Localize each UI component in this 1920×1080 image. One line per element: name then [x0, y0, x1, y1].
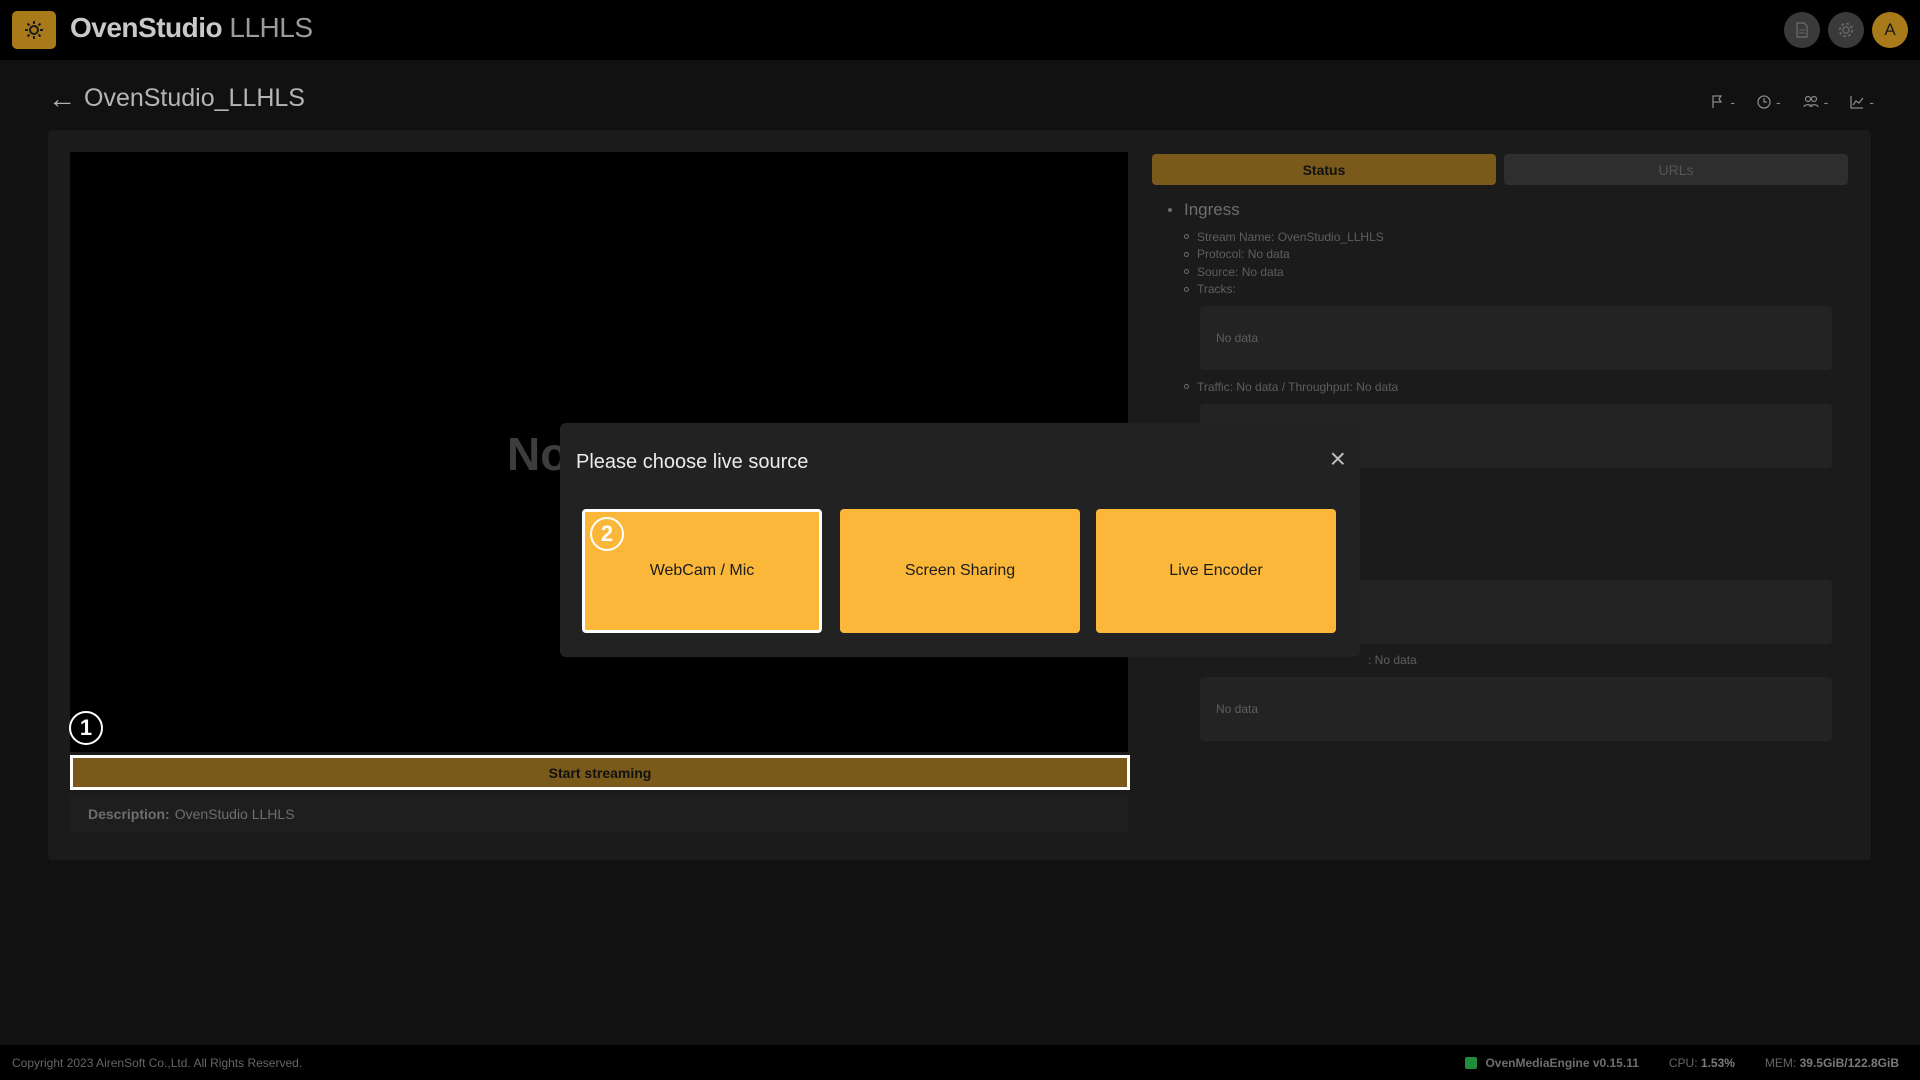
- cpu-value: 1.53%: [1700, 1055, 1735, 1070]
- list-item: Protocol: No data: [1184, 246, 1858, 264]
- brand-suffix: LLHLS: [229, 12, 313, 43]
- live-encoder-button[interactable]: Live Encoder: [1096, 509, 1336, 633]
- ingress-list: Stream Name: OvenStudio_LLHLS Protocol: …: [1184, 228, 1858, 298]
- bullet-icon: [1184, 269, 1189, 275]
- avatar[interactable]: A: [1872, 12, 1908, 48]
- top-actions: A: [1784, 12, 1908, 48]
- stat-flag: -: [1711, 94, 1735, 110]
- clock-icon: [1757, 95, 1771, 109]
- footer: Copyright 2023 AirenSoft Co.,Ltd. All Ri…: [0, 1045, 1920, 1080]
- back-arrow-icon[interactable]: ←: [48, 84, 76, 113]
- webcam-mic-label: WebCam / Mic: [649, 562, 755, 579]
- bullet-icon: [1184, 234, 1189, 240]
- modal-title: Please choose live source: [576, 451, 809, 473]
- live-source-modal: Please choose live source × WebCam / Mic…: [560, 423, 1360, 657]
- tab-urls[interactable]: URLs: [1504, 154, 1848, 185]
- server-status: OvenMediaEngine v0.15.11 CPU: 1.53% MEM:…: [1465, 1056, 1899, 1070]
- start-streaming-button[interactable]: Start streaming: [70, 755, 1130, 790]
- bullet-icon: [1168, 208, 1172, 212]
- cpu-label: CPU:: [1668, 1055, 1698, 1070]
- list-item: Traffic: No data / Throughput: No data: [1184, 378, 1858, 396]
- screen-sharing-button[interactable]: Screen Sharing: [840, 509, 1080, 633]
- partial-text: : No data: [1368, 653, 1417, 668]
- stat-clock-value: -: [1775, 94, 1781, 110]
- app-brand: OvenStudio LLHLS: [70, 12, 313, 44]
- last-box: No data: [1200, 677, 1832, 741]
- list-item: : No data: [1368, 652, 1858, 670]
- protocol-text: Protocol: No data: [1197, 247, 1290, 262]
- status-indicator-icon: [1465, 1056, 1478, 1069]
- chart-icon: [1850, 96, 1864, 109]
- brand-name: OvenStudio: [70, 12, 223, 43]
- stream-stats: - - - -: [1711, 94, 1874, 110]
- document-button[interactable]: [1784, 12, 1820, 48]
- traffic-text: Traffic: No data / Throughput: No data: [1197, 379, 1399, 394]
- source-text: Source: No data: [1197, 264, 1284, 279]
- bullet-icon: [1184, 251, 1189, 257]
- mem-value: 39.5GiB/122.8GiB: [1799, 1055, 1899, 1070]
- stat-flag-value: -: [1730, 94, 1735, 110]
- description-row: Description: OvenStudio LLHLS: [70, 795, 1128, 832]
- traffic-list: Traffic: No data / Throughput: No data: [1184, 378, 1858, 396]
- tracks-text: Tracks:: [1197, 282, 1236, 297]
- stat-chart: -: [1850, 94, 1874, 110]
- tracks-box: No data: [1200, 306, 1832, 370]
- list-item: Stream Name: OvenStudio_LLHLS: [1184, 228, 1858, 246]
- stat-users-value: -: [1823, 94, 1829, 110]
- bullet-icon: [1184, 384, 1189, 390]
- page-header: ← OvenStudio_LLHLS: [48, 84, 305, 113]
- step-marker-1: 1: [69, 711, 103, 745]
- live-encoder-label: Live Encoder: [1169, 562, 1263, 579]
- ingress-heading: Ingress: [1168, 200, 1858, 220]
- bullet-icon: [1184, 286, 1189, 292]
- logo[interactable]: [12, 11, 56, 49]
- settings-button[interactable]: [1828, 12, 1864, 48]
- stat-chart-value: -: [1869, 94, 1874, 110]
- engine-version: OvenMediaEngine v0.15.11: [1485, 1055, 1639, 1070]
- close-icon[interactable]: ×: [1330, 445, 1346, 473]
- tab-status[interactable]: Status: [1152, 154, 1496, 185]
- mem-usage: MEM: 39.5GiB/122.8GiB: [1765, 1056, 1899, 1070]
- stat-users: -: [1803, 94, 1829, 110]
- partial-list: : No data: [1368, 652, 1858, 670]
- ingress-title: Ingress: [1184, 200, 1240, 219]
- flag-icon: [1712, 95, 1723, 108]
- top-bar: OvenStudio LLHLS A: [0, 0, 1920, 60]
- stat-clock: -: [1757, 94, 1781, 110]
- list-item: Source: No data: [1184, 263, 1858, 281]
- page-title: OvenStudio_LLHLS: [84, 84, 305, 112]
- cpu-usage: CPU: 1.53%: [1669, 1056, 1735, 1070]
- gear-icon: [1838, 22, 1854, 38]
- gear-logo-icon: [25, 21, 43, 39]
- description-label: Description:: [88, 805, 170, 822]
- description-value: OvenStudio LLHLS: [174, 805, 295, 822]
- list-item: Tracks:: [1184, 281, 1858, 299]
- engine-status: OvenMediaEngine v0.15.11: [1465, 1055, 1639, 1070]
- users-icon: [1803, 95, 1819, 108]
- document-icon: [1796, 22, 1808, 38]
- step-marker-2: 2: [590, 517, 624, 551]
- mem-label: MEM:: [1764, 1055, 1797, 1070]
- copyright-text: Copyright 2023 AirenSoft Co.,Ltd. All Ri…: [12, 1055, 303, 1070]
- stream-name-text: Stream Name: OvenStudio_LLHLS: [1197, 229, 1384, 244]
- screen-sharing-label: Screen Sharing: [904, 562, 1016, 579]
